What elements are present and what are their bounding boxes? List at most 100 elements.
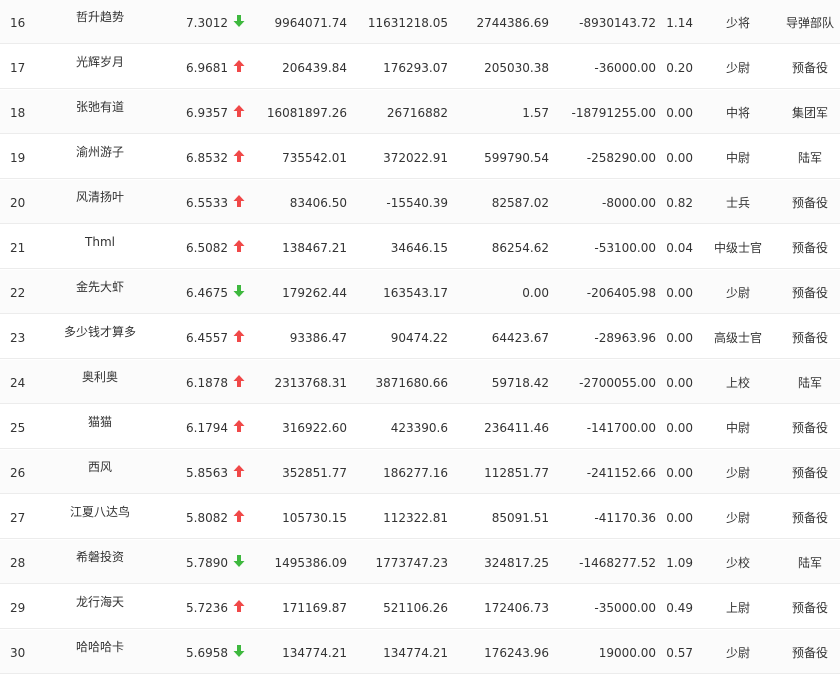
table-row[interactable]: 25 猫猫 6.1794 316922.60 423390.6 236411.46 -141… <box>0 405 840 449</box>
rank-cell: 27 <box>10 511 26 525</box>
value-cell-3: 172406.73 <box>484 601 549 615</box>
player-name-link[interactable]: Thml <box>40 235 160 249</box>
arrow-up-icon <box>233 509 247 525</box>
score-cell: 5.7236 <box>186 601 228 615</box>
unit-cell: 预备役 <box>791 286 828 300</box>
military-rank-cell: 少尉 <box>725 466 750 480</box>
value-cell-5: 0.57 <box>666 646 693 660</box>
value-cell-5: 0.20 <box>666 61 693 75</box>
score-cell: 6.9681 <box>186 61 228 75</box>
table-row[interactable]: 20 风清扬叶 6.5533 83406.50 -15540.39 82587.02 -80… <box>0 180 840 224</box>
player-name-link[interactable]: 金先大虾 <box>40 280 160 294</box>
value-cell-4: -206405.98 <box>586 286 656 300</box>
player-name-link[interactable]: 西风 <box>40 460 160 474</box>
player-name-link[interactable]: 渝州游子 <box>40 145 160 159</box>
table-row[interactable]: 26 西风 5.8563 352851.77 186277.16 112851.77 -24… <box>0 450 840 494</box>
value-cell-4: -28963.96 <box>594 331 656 345</box>
value-cell-1: 2313768.31 <box>274 376 347 390</box>
score-cell: 6.5533 <box>186 196 228 210</box>
value-cell-4: 19000.00 <box>598 646 656 660</box>
table-row[interactable]: 18 张弛有道 6.9357 16081897.26 26716882 1.57 -1879… <box>0 90 840 134</box>
military-rank-cell: 少尉 <box>725 61 750 75</box>
table-row[interactable]: 29 龙行海天 5.7236 171169.87 521106.26 172406.73 -… <box>0 585 840 629</box>
score-cell: 5.8563 <box>186 466 228 480</box>
value-cell-5: 0.00 <box>666 286 693 300</box>
value-cell-2: 112322.81 <box>383 511 448 525</box>
value-cell-2: 186277.16 <box>383 466 448 480</box>
unit-cell: 预备役 <box>791 421 828 435</box>
table-row[interactable]: 23 多少钱才算多 6.4557 93386.47 90474.22 64423.67 -2… <box>0 315 840 359</box>
player-name-link[interactable]: 风清扬叶 <box>40 190 160 204</box>
score-cell: 5.6958 <box>186 646 228 660</box>
unit-cell: 预备役 <box>791 646 828 660</box>
value-cell-5: 0.00 <box>666 376 693 390</box>
value-cell-3: 236411.46 <box>484 421 549 435</box>
value-cell-5: 0.49 <box>666 601 693 615</box>
military-rank-cell: 少尉 <box>725 286 750 300</box>
table-row[interactable]: 28 希磐投资 5.7890 1495386.09 1773747.23 324817.2… <box>0 540 840 584</box>
value-cell-1: 316922.60 <box>282 421 347 435</box>
military-rank-cell: 少尉 <box>725 511 750 525</box>
value-cell-1: 83406.50 <box>289 196 347 210</box>
rank-cell: 29 <box>10 601 26 615</box>
military-rank-cell: 中将 <box>725 106 750 120</box>
score-cell: 6.4557 <box>186 331 228 345</box>
table-row[interactable]: 30 哈哈哈卡 5.6958 134774.21 134774.21 176243.96 1… <box>0 630 840 674</box>
table-row[interactable]: 22 金先大虾 6.4675 179262.44 163543.17 0.00 -20640… <box>0 270 840 314</box>
value-cell-3: 112851.77 <box>484 466 549 480</box>
player-name-link[interactable]: 猫猫 <box>40 415 160 429</box>
rank-cell: 24 <box>10 376 26 390</box>
value-cell-2: 3871680.66 <box>375 376 448 390</box>
value-cell-5: 1.09 <box>666 556 693 570</box>
value-cell-2: 372022.91 <box>383 151 448 165</box>
table-row[interactable]: 24 奥利奥 6.1878 2313768.31 3871680.66 59718.42 -… <box>0 360 840 404</box>
player-name-link[interactable]: 张弛有道 <box>40 100 160 114</box>
player-name-link[interactable]: 多少钱才算多 <box>40 325 160 339</box>
value-cell-3: 1.57 <box>522 106 549 120</box>
table-row[interactable]: 17 光辉岁月 6.9681 206439.84 176293.07 205030.38 -… <box>0 45 840 89</box>
military-rank-cell: 士兵 <box>725 196 750 210</box>
arrow-up-icon <box>233 104 247 120</box>
rank-cell: 18 <box>10 106 26 120</box>
value-cell-5: 0.82 <box>666 196 693 210</box>
value-cell-2: 34646.15 <box>390 241 448 255</box>
value-cell-3: 85091.51 <box>491 511 549 525</box>
value-cell-1: 352851.77 <box>282 466 347 480</box>
player-name-link[interactable]: 哲升趋势 <box>40 10 160 24</box>
arrow-up-icon <box>233 464 247 480</box>
value-cell-5: 0.00 <box>666 466 693 480</box>
rank-cell: 23 <box>10 331 26 345</box>
table-row[interactable]: 21 Thml 6.5082 138467.21 34646.15 86254.62 -53… <box>0 225 840 269</box>
arrow-down-icon <box>233 284 247 300</box>
value-cell-2: 521106.26 <box>383 601 448 615</box>
arrow-up-icon <box>233 419 247 435</box>
value-cell-4: -258290.00 <box>586 151 656 165</box>
military-rank-cell: 少尉 <box>725 646 750 660</box>
table-row[interactable]: 16 哲升趋势 7.3012 9964071.74 11631218.05 2744386… <box>0 0 840 44</box>
value-cell-1: 134774.21 <box>282 646 347 660</box>
military-rank-cell: 少校 <box>725 556 750 570</box>
unit-cell: 集团军 <box>791 106 828 120</box>
table-row[interactable]: 19 渝州游子 6.8532 735542.01 372022.91 599790.54 -… <box>0 135 840 179</box>
value-cell-2: 163543.17 <box>383 286 448 300</box>
ranking-table: 16 哲升趋势 7.3012 9964071.74 11631218.05 2744386… <box>0 0 840 674</box>
player-name-link[interactable]: 龙行海天 <box>40 595 160 609</box>
rank-cell: 20 <box>10 196 26 210</box>
score-cell: 6.4675 <box>186 286 228 300</box>
unit-cell: 预备役 <box>791 511 828 525</box>
value-cell-3: 324817.25 <box>484 556 549 570</box>
rank-cell: 25 <box>10 421 26 435</box>
table-row[interactable]: 27 江夏八达鸟 5.8082 105730.15 112322.81 85091.51 -… <box>0 495 840 539</box>
player-name-link[interactable]: 江夏八达鸟 <box>40 505 160 519</box>
arrow-down-icon <box>233 644 247 660</box>
player-name-link[interactable]: 光辉岁月 <box>40 55 160 69</box>
military-rank-cell: 中尉 <box>725 151 750 165</box>
player-name-link[interactable]: 奥利奥 <box>40 370 160 384</box>
player-name-link[interactable]: 哈哈哈卡 <box>40 640 160 654</box>
unit-cell: 预备役 <box>791 241 828 255</box>
value-cell-5: 0.00 <box>666 331 693 345</box>
player-name-link[interactable]: 希磐投资 <box>40 550 160 564</box>
value-cell-3: 205030.38 <box>484 61 549 75</box>
arrow-up-icon <box>233 374 247 390</box>
value-cell-1: 206439.84 <box>282 61 347 75</box>
